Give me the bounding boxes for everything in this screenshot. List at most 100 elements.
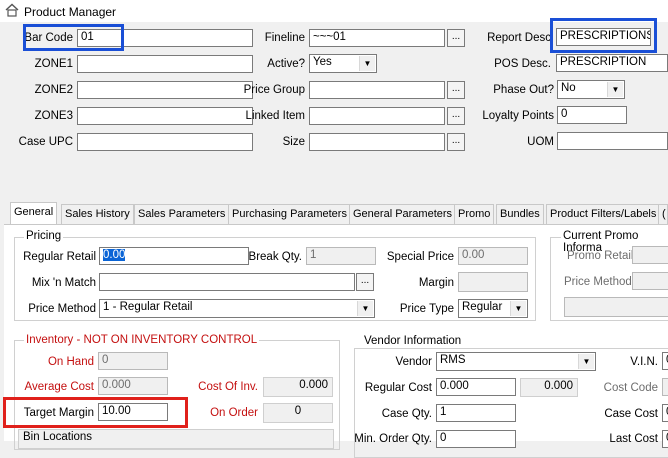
promo-price-method-input (632, 272, 668, 290)
pos-desc-label: POS Desc. (494, 58, 551, 70)
on-order-label: On Order (210, 407, 258, 419)
vendor-label: Vendor (395, 356, 432, 368)
house-icon (5, 3, 19, 17)
regular-cost-input[interactable]: 0.000 (436, 378, 516, 396)
fineline-label: Fineline (264, 32, 305, 44)
linked-item-input[interactable] (309, 107, 445, 125)
case-cost-label: Case Cost (604, 408, 658, 420)
special-price-input[interactable]: 0.00 (458, 247, 528, 265)
price-method-label: Price Method (28, 303, 96, 315)
promo-price-method-label: Price Method (564, 276, 632, 288)
size-lookup-button[interactable]: ... (447, 133, 465, 151)
price-group-lookup-button[interactable]: ... (447, 81, 465, 99)
chevron-down-icon: ▼ (578, 354, 594, 369)
report-desc-label: Report Desc (487, 32, 551, 44)
price-method-select[interactable]: 1 - Regular Retail ▼ (99, 299, 375, 318)
promo-extra-field (564, 297, 668, 317)
on-hand-input: 0 (98, 352, 168, 370)
fineline-lookup-button[interactable]: ... (447, 29, 465, 47)
cost-of-inv-label: Cost Of Inv. (198, 381, 258, 393)
tab-bundles[interactable]: Bundles (496, 204, 544, 224)
tab-general[interactable]: General (10, 202, 58, 225)
tab-promo[interactable]: Promo (454, 204, 495, 224)
active-select[interactable]: Yes ▼ (309, 54, 377, 73)
tab-product-filters-labels[interactable]: Product Filters/Labels (546, 204, 661, 224)
window-title: Product Manager (24, 5, 117, 19)
mix-match-label: Mix 'n Match (31, 277, 96, 289)
break-qty-label: Break Qty. (248, 251, 302, 263)
case-qty-label: Case Qty. (381, 408, 432, 420)
tab-general-parameters[interactable]: General Parameters (349, 204, 457, 224)
inventory-title: Inventory - NOT ON INVENTORY CONTROL (24, 334, 260, 346)
uom-label: UOM (527, 136, 554, 148)
tab-overflow[interactable]: ( (658, 204, 668, 224)
last-cost-label: Last Cost (609, 433, 658, 445)
bar-code-highlight (23, 24, 124, 51)
phase-out-value: No (561, 82, 576, 94)
regular-cost-label: Regular Cost (364, 382, 432, 394)
case-cost-input[interactable]: 0 (662, 404, 668, 422)
price-group-input[interactable] (309, 81, 445, 99)
special-price-label: Special Price (386, 251, 454, 263)
price-type-label: Price Type (399, 303, 454, 315)
min-order-qty-input[interactable]: 0 (436, 430, 516, 448)
zone2-input[interactable] (77, 81, 253, 99)
linked-item-lookup-button[interactable]: ... (447, 107, 465, 125)
case-upc-label: Case UPC (18, 136, 73, 148)
vendor-title: Vendor Information (362, 335, 464, 347)
loyalty-points-input[interactable]: 0 (557, 106, 627, 124)
phase-out-select[interactable]: No ▼ (557, 80, 625, 99)
linked-item-label: Linked Item (245, 110, 305, 122)
tab-sales-history[interactable]: Sales History (61, 204, 134, 224)
vendor-value: RMS (440, 354, 466, 366)
zone2-label: ZONE2 (34, 84, 73, 96)
vin-input[interactable]: 0 (662, 352, 668, 370)
regular-retail-value: 0.00 (103, 249, 126, 261)
margin-display (458, 272, 528, 292)
price-type-select[interactable]: Regular ▼ (458, 299, 528, 318)
price-method-value: 1 - Regular Retail (103, 301, 193, 313)
vendor-select[interactable]: RMS ▼ (436, 352, 596, 371)
margin-label: Margin (418, 277, 454, 289)
size-input[interactable] (309, 133, 445, 151)
uom-input[interactable] (557, 132, 668, 150)
pos-desc-input[interactable]: PRESCRIPTION (556, 54, 668, 72)
on-order-value: 0 (263, 403, 333, 423)
vin-label: V.I.N. (630, 356, 658, 368)
min-order-qty-label: Min. Order Qty. (354, 433, 432, 445)
chevron-down-icon: ▼ (357, 301, 373, 316)
promo-retail-label: Promo Retail (567, 250, 634, 262)
target-margin-highlight (3, 397, 188, 428)
chevron-down-icon: ▼ (359, 56, 375, 71)
zone1-input[interactable] (77, 55, 253, 73)
size-label: Size (282, 136, 305, 148)
chevron-down-icon: ▼ (607, 82, 623, 97)
case-upc-input[interactable] (77, 133, 253, 151)
mix-match-input[interactable] (99, 273, 355, 291)
bin-locations-button[interactable]: Bin Locations (18, 429, 334, 449)
pricing-title: Pricing (24, 230, 64, 242)
zone3-label: ZONE3 (34, 110, 73, 122)
chevron-down-icon: ▼ (510, 301, 526, 316)
case-qty-input[interactable]: 1 (436, 404, 516, 422)
average-cost-input: 0.000 (98, 377, 168, 395)
zone1-label: ZONE1 (34, 58, 73, 70)
tab-sales-parameters[interactable]: Sales Parameters (134, 204, 230, 224)
active-label: Active? (267, 58, 305, 70)
cost-code-label: Cost Code (603, 382, 658, 394)
phase-out-label: Phase Out? (493, 84, 554, 96)
on-hand-label: On Hand (47, 356, 94, 368)
break-qty-input[interactable]: 1 (306, 247, 376, 265)
mix-match-lookup-button[interactable]: ... (356, 273, 374, 291)
cost-of-inv-value: 0.000 (263, 377, 333, 397)
report-desc-highlight (550, 18, 657, 53)
price-type-value: Regular (462, 301, 503, 313)
regular-retail-label: Regular Retail (23, 251, 96, 263)
fineline-input[interactable]: ~~~01 (309, 29, 445, 47)
promo-retail-input (632, 246, 668, 264)
tab-purchasing-parameters[interactable]: Purchasing Parameters (228, 204, 351, 224)
active-value: Yes (313, 56, 332, 68)
average-cost-label: Average Cost (24, 381, 94, 393)
zone3-input[interactable] (77, 107, 253, 125)
price-group-label: Price Group (243, 84, 305, 96)
